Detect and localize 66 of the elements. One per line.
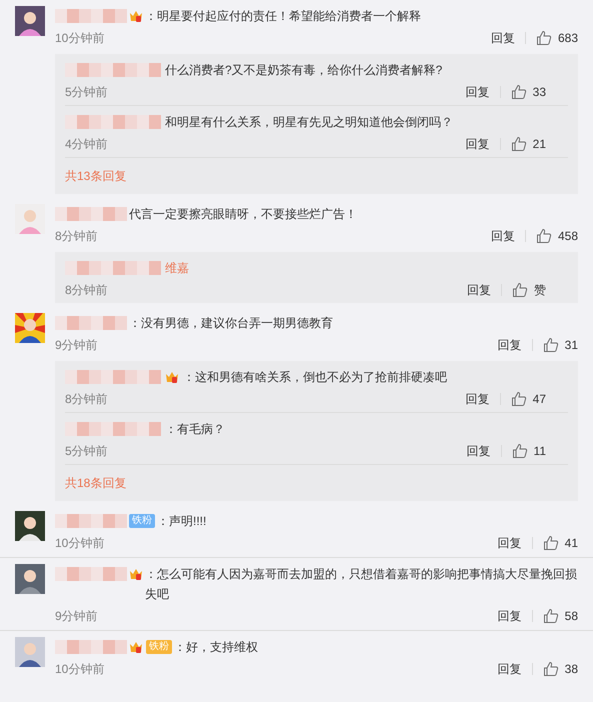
thumbs-up-icon bbox=[536, 228, 552, 244]
like-button[interactable]: 38 bbox=[542, 660, 578, 678]
blurred-name bbox=[55, 567, 127, 581]
blurred-name bbox=[55, 207, 127, 221]
timestamp: 10分钟前 bbox=[55, 535, 104, 552]
reply-link[interactable]: 回复 bbox=[498, 607, 522, 625]
reply-link[interactable]: 回复 bbox=[467, 281, 491, 299]
blurred-name bbox=[55, 514, 127, 528]
timestamp: 4分钟前 bbox=[65, 136, 108, 153]
thumbs-up-icon bbox=[510, 391, 527, 407]
reply-link[interactable]: 回复 bbox=[466, 135, 490, 153]
thumbs-up-icon bbox=[536, 30, 552, 46]
like-button[interactable]: 21 bbox=[510, 135, 546, 153]
timestamp: 5分钟前 bbox=[65, 443, 108, 460]
thumbs-up-icon bbox=[542, 608, 559, 624]
reply-text: ：这和男德有啥关系，倒也不必为了抢前排硬凑吧 bbox=[183, 369, 447, 386]
thumbs-up-icon bbox=[510, 84, 527, 100]
fan-badge: 铁粉 bbox=[146, 640, 172, 654]
reply-text: 和明星有什么关系，明星有先见之明知道他会倒闭吗？ bbox=[165, 114, 453, 131]
thumbs-up-icon bbox=[512, 443, 528, 459]
comment-text: ：怎么可能有人因为嘉哥而去加盟的，只想借着嘉哥的影响把事情搞大尽量挽回损失吧 bbox=[145, 566, 578, 603]
thumbs-up-icon bbox=[542, 337, 559, 353]
comment-text: ：没有男德，建议你台弄一期男德教育 bbox=[129, 315, 334, 332]
crown-icon bbox=[129, 640, 143, 654]
thumbs-up-icon bbox=[542, 661, 559, 677]
timestamp: 9分钟前 bbox=[55, 608, 98, 625]
like-button[interactable]: 47 bbox=[510, 390, 546, 408]
comment-text: ：明星要付起应付的责任！希望能给消费者一个解释 bbox=[145, 8, 422, 25]
like-button[interactable]: 683 bbox=[536, 29, 578, 47]
reply-link[interactable]: 回复 bbox=[466, 390, 490, 408]
blurred-name bbox=[55, 316, 127, 330]
reply-link[interactable]: 回复 bbox=[490, 227, 515, 245]
like-button[interactable]: 33 bbox=[510, 83, 546, 101]
like-button[interactable]: 11 bbox=[512, 442, 546, 460]
reply-link[interactable]: 回复 bbox=[498, 336, 522, 354]
reply-link[interactable]: 回复 bbox=[498, 534, 522, 552]
fan-badge: 铁粉 bbox=[129, 514, 155, 528]
timestamp: 8分钟前 bbox=[65, 282, 108, 299]
reply-link[interactable]: 回复 bbox=[466, 442, 491, 460]
reply-text: ：有毛病？ bbox=[165, 421, 225, 438]
comment-text: ：声明!!!! bbox=[157, 513, 208, 530]
comment-text: ：好，支持维权 bbox=[174, 639, 259, 656]
like-button[interactable]: 31 bbox=[542, 336, 578, 354]
timestamp: 8分钟前 bbox=[55, 228, 98, 245]
thumbs-up-icon bbox=[510, 136, 527, 152]
reply-link[interactable]: 回复 bbox=[498, 660, 522, 678]
crown-icon bbox=[129, 9, 143, 23]
reply-text: 什么消费者?又不是奶茶有毒，给你什么消费者解释? bbox=[165, 62, 442, 79]
like-button[interactable]: 58 bbox=[542, 607, 578, 625]
like-button[interactable]: 458 bbox=[536, 227, 578, 245]
crown-icon bbox=[129, 567, 143, 581]
reply-link[interactable]: 回复 bbox=[490, 29, 515, 47]
timestamp: 10分钟前 bbox=[55, 661, 104, 678]
crown-icon bbox=[165, 370, 179, 384]
timestamp: 5分钟前 bbox=[65, 84, 108, 101]
timestamp: 8分钟前 bbox=[65, 391, 108, 408]
timestamp: 9分钟前 bbox=[55, 337, 98, 354]
like-button[interactable]: 41 bbox=[542, 534, 578, 552]
timestamp: 10分钟前 bbox=[55, 30, 104, 47]
thumbs-up-icon bbox=[542, 535, 559, 551]
blurred-name bbox=[55, 9, 127, 23]
like-button[interactable]: 赞 bbox=[512, 281, 546, 299]
comment-text: 代言一定要擦亮眼睛呀，不要接些烂广告！ bbox=[129, 206, 358, 223]
reply-link[interactable]: 回复 bbox=[466, 83, 490, 101]
thumbs-up-icon bbox=[512, 282, 528, 298]
blurred-name bbox=[55, 640, 127, 654]
